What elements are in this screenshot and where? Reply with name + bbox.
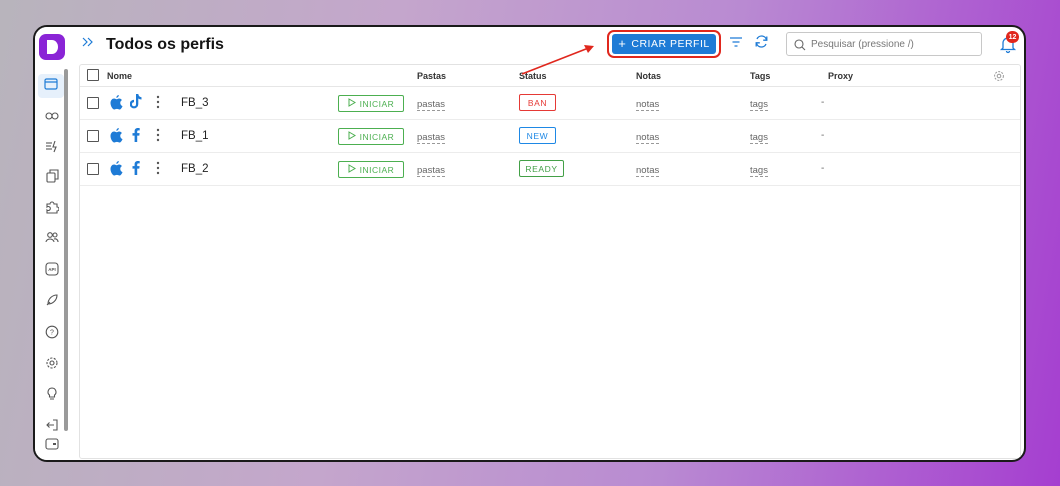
apple-icon	[110, 128, 123, 148]
app-window: API ? Todos os perfis + CRIAR PERFIL Pes…	[33, 25, 1026, 462]
play-icon	[348, 164, 356, 175]
profile-name[interactable]: FB_3	[181, 97, 209, 109]
wallet-icon	[45, 437, 59, 455]
create-profile-button[interactable]: + CRIAR PERFIL	[612, 34, 716, 54]
profile-name[interactable]: FB_2	[181, 163, 209, 175]
app-logo[interactable]	[39, 34, 65, 60]
more-options-icon[interactable]	[156, 128, 160, 147]
column-header-folders[interactable]: Pastas	[417, 71, 446, 81]
api-icon: API	[45, 261, 59, 281]
tiktok-icon	[129, 94, 142, 114]
profiles-table: Nome Pastas Status Notas Tags Proxy FB_3…	[79, 64, 1021, 459]
start-label: INICIAR	[359, 98, 395, 109]
folders-link[interactable]: pastas	[417, 99, 445, 111]
status-badge[interactable]: READY	[519, 160, 564, 177]
search-icon	[794, 38, 806, 56]
create-profile-highlight: + CRIAR PERFIL	[607, 30, 721, 58]
apple-icon	[110, 95, 123, 115]
browser-window-icon	[44, 77, 58, 95]
play-icon	[348, 131, 356, 142]
lightbulb-icon	[46, 386, 58, 406]
link-icon	[45, 108, 59, 126]
folders-link[interactable]: pastas	[417, 132, 445, 144]
notes-link[interactable]: notas	[636, 99, 660, 111]
svg-text:API: API	[48, 267, 56, 272]
proxy-value: -	[821, 97, 825, 108]
table-row[interactable]: FB_1 INICIAR pastas NEW notas tags -	[80, 120, 1020, 153]
svg-text:?: ?	[50, 329, 54, 336]
notes-link[interactable]: notas	[636, 132, 660, 144]
filter-button[interactable]	[727, 35, 745, 53]
row-checkbox[interactable]	[87, 97, 99, 109]
profile-name[interactable]: FB_1	[181, 130, 209, 142]
tags-link[interactable]: tags	[750, 165, 768, 177]
settings-icon	[45, 356, 59, 375]
start-profile-button[interactable]: INICIAR	[338, 161, 404, 178]
refresh-icon	[754, 34, 769, 54]
sidebar-item-links[interactable]	[42, 107, 62, 127]
facebook-icon	[132, 128, 140, 147]
refresh-button[interactable]	[752, 35, 770, 53]
double-chevron-right-icon	[82, 34, 94, 52]
gear-icon	[994, 71, 1004, 81]
automation-icon	[45, 139, 59, 158]
status-badge[interactable]: NEW	[519, 127, 556, 144]
notes-link[interactable]: notas	[636, 165, 660, 177]
sidebar-item-wallet[interactable]	[42, 436, 62, 456]
start-profile-button[interactable]: INICIAR	[338, 128, 404, 145]
column-header-name[interactable]: Nome	[107, 71, 132, 81]
column-header-tags[interactable]: Tags	[750, 71, 770, 81]
table-row[interactable]: FB_2 INICIAR pastas READY notas tags -	[80, 153, 1020, 186]
sidebar-item-logout[interactable]	[42, 417, 62, 437]
row-checkbox[interactable]	[87, 163, 99, 175]
tags-link[interactable]: tags	[750, 99, 768, 111]
sidebar-item-api[interactable]: API	[42, 261, 62, 281]
sidebar-item-profiles[interactable]	[38, 74, 64, 98]
filter-icon	[729, 35, 743, 53]
sidebar-item-tips[interactable]	[42, 386, 62, 406]
logout-icon	[45, 418, 59, 437]
puzzle-icon	[45, 200, 60, 219]
table-row[interactable]: FB_3 INICIAR pastas BAN notas tags -	[80, 87, 1020, 120]
sidebar-item-extensions[interactable]	[42, 199, 62, 219]
annotation-arrow	[521, 45, 594, 75]
notification-count-badge: 12	[1006, 31, 1019, 43]
sidebar-item-team[interactable]	[42, 229, 62, 249]
select-all-checkbox[interactable]	[87, 69, 99, 81]
page-title: Todos os perfis	[106, 36, 224, 53]
expand-sidebar-button[interactable]	[79, 34, 97, 52]
column-settings-button[interactable]	[993, 69, 1005, 87]
column-header-proxy[interactable]: Proxy	[828, 71, 853, 81]
start-profile-button[interactable]: INICIAR	[338, 95, 404, 112]
more-options-icon[interactable]	[156, 161, 160, 180]
create-profile-label: CRIAR PERFIL	[631, 38, 710, 50]
column-header-notes[interactable]: Notas	[636, 71, 661, 81]
sidebar-scrollbar[interactable]	[64, 69, 68, 431]
row-checkbox[interactable]	[87, 130, 99, 142]
play-icon	[348, 98, 356, 109]
start-label: INICIAR	[359, 131, 395, 142]
help-icon: ?	[45, 325, 59, 344]
start-label: INICIAR	[359, 164, 395, 175]
tags-link[interactable]: tags	[750, 132, 768, 144]
search-input[interactable]	[811, 36, 971, 52]
users-icon	[45, 230, 59, 248]
status-badge[interactable]: BAN	[519, 94, 556, 111]
sidebar-item-clone[interactable]	[42, 168, 62, 188]
rocket-icon	[45, 293, 59, 312]
plus-icon: +	[618, 36, 627, 51]
more-options-icon[interactable]	[156, 95, 160, 114]
proxy-value: -	[821, 130, 825, 141]
copy-icon	[45, 168, 59, 188]
sidebar-item-help[interactable]: ?	[42, 324, 62, 344]
apple-icon	[110, 161, 123, 181]
proxy-value: -	[821, 163, 825, 174]
facebook-icon	[132, 161, 140, 180]
sidebar-item-settings[interactable]	[42, 355, 62, 375]
search-box[interactable]	[786, 32, 982, 56]
sidebar-item-launch[interactable]	[42, 292, 62, 312]
sidebar-item-automation[interactable]	[42, 138, 62, 158]
folders-link[interactable]: pastas	[417, 165, 445, 177]
sidebar: API ?	[35, 27, 71, 460]
